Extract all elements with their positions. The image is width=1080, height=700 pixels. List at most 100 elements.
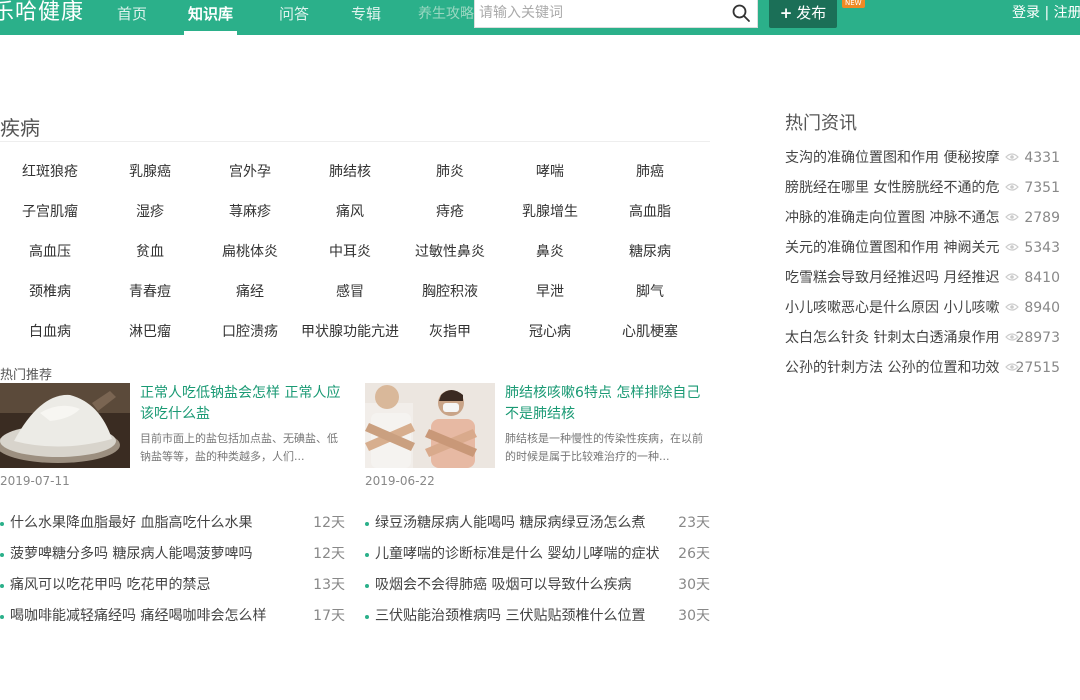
disease-link[interactable]: 子宫肌瘤 (0, 192, 100, 232)
disease-link[interactable]: 痔疮 (400, 192, 500, 232)
hot-news-link[interactable]: 小儿咳嗽恶心是什么原因 小儿咳嗽 (785, 293, 1000, 323)
bullet-icon (0, 615, 4, 619)
login-link[interactable]: 登录 (1012, 5, 1040, 21)
disease-link[interactable]: 哮喘 (500, 152, 600, 192)
recommend-card-desc: 肺结核是一种慢性的传染性疾病，在以前的时候是属于比较难治疗的一种... (505, 432, 703, 463)
disease-link[interactable]: 扁桃体炎 (200, 232, 300, 272)
hot-news-link[interactable]: 关元的准确位置图和作用 神阙关元 (785, 233, 1000, 263)
list-item: 儿童哮喘的诊断标准是什么 婴幼儿哮喘的症状 26天 (365, 539, 710, 570)
publish-button[interactable]: + 发布 (769, 0, 837, 28)
list-item-age: 23天 (678, 515, 710, 531)
hot-news-link[interactable]: 太白怎么针灸 针刺太白透涌泉作用 (785, 323, 1000, 353)
disease-link[interactable]: 白血病 (0, 312, 100, 352)
news-list-right: 绿豆汤糖尿病人能喝吗 糖尿病绿豆汤怎么煮 23天 儿童哮喘的诊断标准是什么 婴幼… (365, 508, 710, 632)
nav-knowledge[interactable]: 知识库 (183, 0, 238, 35)
list-item-title[interactable]: 什么水果降血脂最好 血脂高吃什么水果 (10, 508, 252, 539)
disease-link[interactable]: 灰指甲 (400, 312, 500, 352)
hot-news-link[interactable]: 支沟的准确位置图和作用 便秘按摩 (785, 143, 1000, 173)
view-count: 8410 (1024, 270, 1060, 286)
recommend-card-title[interactable]: 肺结核咳嗽6特点 怎样排除自己不是肺结核 (505, 383, 710, 425)
top-nav-bar: 乐哈健康 首页 知识库 问答 专辑 养生攻略 +发布 NEW 登录 | 注册 (0, 0, 1080, 35)
hot-news-list: 支沟的准确位置图和作用 便秘按摩 4331 膀胱经在哪里 女性膀胱经不通的危 7… (785, 143, 1060, 383)
site-logo[interactable]: 乐哈健康 (0, 0, 84, 30)
list-item-age: 12天 (313, 515, 345, 531)
auth-links: 登录 | 注册 (1012, 0, 1080, 28)
disease-link[interactable]: 颈椎病 (0, 272, 100, 312)
hot-news-link[interactable]: 冲脉的准确走向位置图 冲脉不通怎 (785, 203, 1000, 233)
view-count: 27515 (1015, 360, 1060, 376)
list-item-age: 13天 (313, 577, 345, 593)
recommend-card-desc: 目前市面上的盐包括加点盐、无碘盐、低钠盐等等，盐的种类越多，人们... (140, 432, 338, 463)
list-item-age: 26天 (678, 546, 710, 562)
disease-grid: 红斑狼疮 乳腺癌 宫外孕 肺结核 肺炎 哮喘 肺癌 子宫肌瘤 湿疹 荨麻疹 痛风… (0, 152, 700, 352)
disease-link[interactable]: 脚气 (600, 272, 700, 312)
nav-health-guide[interactable]: 养生攻略 (418, 0, 474, 35)
disease-link[interactable]: 肺癌 (600, 152, 700, 192)
disease-link[interactable]: 口腔溃疡 (200, 312, 300, 352)
disease-link[interactable]: 过敏性鼻炎 (400, 232, 500, 272)
hot-news-item: 支沟的准确位置图和作用 便秘按摩 4331 (785, 143, 1060, 173)
hot-news-link[interactable]: 公孙的针刺方法 公孙的位置和功效 (785, 353, 1000, 383)
register-link[interactable]: 注册 (1054, 5, 1080, 21)
hot-news-item: 小儿咳嗽恶心是什么原因 小儿咳嗽 8940 (785, 293, 1060, 323)
disease-link[interactable]: 红斑狼疮 (0, 152, 100, 192)
list-item-title[interactable]: 儿童哮喘的诊断标准是什么 婴幼儿哮喘的症状 (375, 539, 659, 570)
disease-row: 高血压 贫血 扁桃体炎 中耳炎 过敏性鼻炎 鼻炎 糖尿病 (0, 232, 700, 272)
list-item: 吸烟会不会得肺癌 吸烟可以导致什么疾病 30天 (365, 570, 710, 601)
list-item-title[interactable]: 菠萝啤糖分多吗 糖尿病人能喝菠萝啤吗 (10, 539, 252, 570)
list-item: 喝咖啡能减轻痛经吗 痛经喝咖啡会怎么样 17天 (0, 601, 345, 632)
disease-link[interactable]: 乳腺癌 (100, 152, 200, 192)
disease-link[interactable]: 湿疹 (100, 192, 200, 232)
disease-link[interactable]: 痛风 (300, 192, 400, 232)
search-input[interactable] (479, 0, 727, 26)
disease-link[interactable]: 青春痘 (100, 272, 200, 312)
hot-news-link[interactable]: 膀胱经在哪里 女性膀胱经不通的危 (785, 173, 1000, 203)
eye-icon (1005, 303, 1019, 311)
disease-link[interactable]: 淋巴瘤 (100, 312, 200, 352)
list-item-age: 30天 (678, 577, 710, 593)
auth-separator: | (1044, 5, 1050, 21)
list-item: 什么水果降血脂最好 血脂高吃什么水果 12天 (0, 508, 345, 539)
disease-link[interactable]: 甲状腺功能亢进 (300, 312, 400, 352)
disease-link[interactable]: 感冒 (300, 272, 400, 312)
disease-link[interactable]: 贫血 (100, 232, 200, 272)
disease-link[interactable]: 心肌梗塞 (600, 312, 700, 352)
disease-link[interactable]: 宫外孕 (200, 152, 300, 192)
view-count: 7351 (1024, 180, 1060, 196)
search-icon[interactable] (731, 3, 751, 23)
plus-icon: + (779, 4, 793, 22)
nav-qa[interactable]: 问答 (279, 0, 309, 35)
list-item-title[interactable]: 痛风可以吃花甲吗 吃花甲的禁忌 (10, 570, 210, 601)
disease-link[interactable]: 高血脂 (600, 192, 700, 232)
list-item-title[interactable]: 喝咖啡能减轻痛经吗 痛经喝咖啡会怎么样 (10, 601, 266, 632)
list-item-age: 17天 (313, 608, 345, 624)
recommend-card-title[interactable]: 正常人吃低钠盐会怎样 正常人应该吃什么盐 (140, 383, 345, 425)
disease-link[interactable]: 痛经 (200, 272, 300, 312)
disease-link[interactable]: 乳腺增生 (500, 192, 600, 232)
hot-news-link[interactable]: 吃雪糕会导致月经推迟吗 月经推迟 (785, 263, 1000, 293)
list-item-age: 30天 (678, 608, 710, 624)
disease-link[interactable]: 早泄 (500, 272, 600, 312)
list-item-title[interactable]: 吸烟会不会得肺癌 吸烟可以导致什么疾病 (375, 570, 631, 601)
list-item-title[interactable]: 三伏贴能治颈椎病吗 三伏贴贴颈椎什么位置 (375, 601, 645, 632)
disease-link[interactable]: 胸腔积液 (400, 272, 500, 312)
disease-link[interactable]: 鼻炎 (500, 232, 600, 272)
nav-albums[interactable]: 专辑 (351, 0, 381, 35)
disease-link[interactable]: 肺结核 (300, 152, 400, 192)
hot-news-item: 太白怎么针灸 针刺太白透涌泉作用 28973 (785, 323, 1060, 353)
disease-link[interactable]: 中耳炎 (300, 232, 400, 272)
hot-news-item: 吃雪糕会导致月经推迟吗 月经推迟 8410 (785, 263, 1060, 293)
recommend-card-date: 2019-07-11 (0, 474, 70, 488)
section-divider (0, 141, 710, 142)
disease-link[interactable]: 高血压 (0, 232, 100, 272)
salt-thumbnail[interactable] (0, 383, 130, 468)
disease-link[interactable]: 糖尿病 (600, 232, 700, 272)
list-item-title[interactable]: 绿豆汤糖尿病人能喝吗 糖尿病绿豆汤怎么煮 (375, 508, 645, 539)
view-count: 2789 (1024, 210, 1060, 226)
nav-home[interactable]: 首页 (117, 0, 147, 35)
disease-link[interactable]: 荨麻疹 (200, 192, 300, 232)
crossed-arms-thumbnail[interactable] (365, 383, 495, 468)
disease-link[interactable]: 肺炎 (400, 152, 500, 192)
disease-link[interactable]: 冠心病 (500, 312, 600, 352)
recommend-card: 肺结核咳嗽6特点 怎样排除自己不是肺结核 肺结核是一种慢性的传染性疾病，在以前的… (365, 383, 710, 493)
